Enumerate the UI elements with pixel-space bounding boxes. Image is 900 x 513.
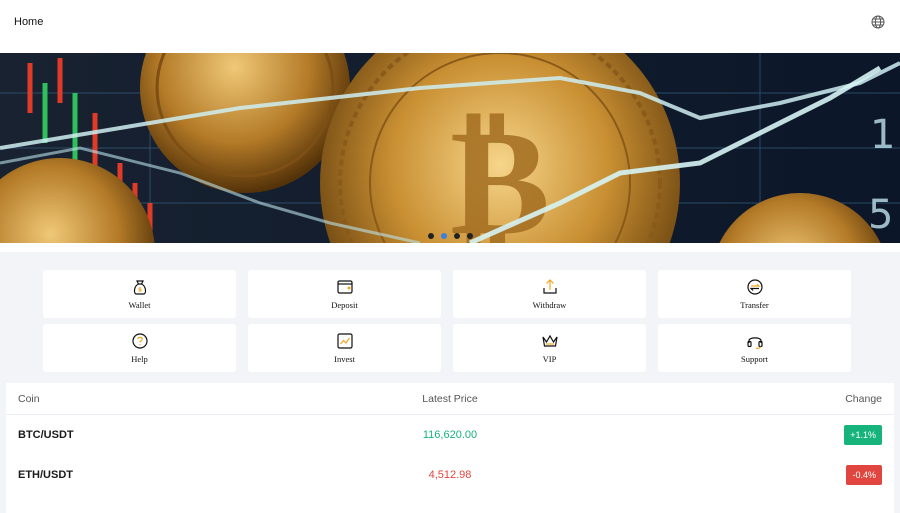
carousel-dot[interactable] xyxy=(466,233,473,239)
change-badge: +1.1% xyxy=(844,425,882,445)
banner-bottom-spacer xyxy=(0,243,900,252)
coin-pair: ETH/USDT xyxy=(18,469,73,481)
change-badge: -0.4% xyxy=(846,465,882,485)
question-icon xyxy=(131,333,148,349)
chart-icon xyxy=(336,333,353,349)
action-withdraw[interactable]: Withdraw xyxy=(453,270,646,318)
action-invest[interactable]: Invest xyxy=(248,324,441,372)
action-label: Invest xyxy=(334,354,355,364)
crown-icon xyxy=(541,334,558,347)
latest-price: 4,512.98 xyxy=(428,469,472,481)
banner-carousel[interactable]: ₿ 1 5 xyxy=(0,53,900,243)
action-label: Support xyxy=(741,354,768,364)
money-bag-icon: $ xyxy=(133,280,146,295)
carousel-dot-active[interactable] xyxy=(440,233,447,239)
action-label: Help xyxy=(131,354,148,364)
market-row-btc[interactable]: BTC/USDT 116,620.00 +1.1% xyxy=(6,415,894,455)
svg-text:₿: ₿ xyxy=(450,93,550,243)
action-label: VIP xyxy=(542,354,557,364)
upload-icon xyxy=(542,279,557,294)
banner-image: ₿ 1 5 xyxy=(0,53,900,243)
market-row-eth[interactable]: ETH/USDT 4,512.98 -0.4% xyxy=(6,455,894,495)
transfer-icon xyxy=(746,279,763,295)
action-label: Wallet xyxy=(128,300,151,310)
carousel-dots xyxy=(0,233,900,243)
coin-column-header[interactable]: Coin xyxy=(18,393,318,405)
action-label: Withdraw xyxy=(532,300,567,310)
coin-pair: BTC/USDT xyxy=(18,429,74,441)
action-vip[interactable]: VIP xyxy=(453,324,646,372)
price-column-header[interactable]: Latest Price xyxy=(318,393,582,405)
action-support[interactable]: Support xyxy=(658,324,851,372)
quick-actions: $ Wallet Deposit Withdraw Transfer Help … xyxy=(43,270,857,372)
page-title: Home xyxy=(14,16,44,28)
action-label: Transfer xyxy=(740,300,769,310)
svg-text:$: $ xyxy=(137,287,141,294)
carousel-dot[interactable] xyxy=(453,233,460,239)
svg-text:5: 5 xyxy=(868,192,893,238)
top-bar: Home xyxy=(0,0,900,44)
action-deposit[interactable]: Deposit xyxy=(248,270,441,318)
change-column-header[interactable]: Change xyxy=(582,393,882,405)
wallet-icon xyxy=(336,280,353,294)
market-header: Coin Latest Price Change xyxy=(6,383,894,415)
svg-text:1: 1 xyxy=(870,112,895,158)
banner-spacer xyxy=(0,44,900,53)
headset-icon xyxy=(746,337,763,350)
action-wallet[interactable]: $ Wallet xyxy=(43,270,236,318)
action-help[interactable]: Help xyxy=(43,324,236,372)
carousel-dot[interactable] xyxy=(427,233,434,239)
action-transfer[interactable]: Transfer xyxy=(658,270,851,318)
globe-icon[interactable] xyxy=(870,14,886,30)
action-label: Deposit xyxy=(331,300,358,310)
market-table: Coin Latest Price Change BTC/USDT 116,62… xyxy=(6,383,894,513)
latest-price: 116,620.00 xyxy=(422,429,478,441)
